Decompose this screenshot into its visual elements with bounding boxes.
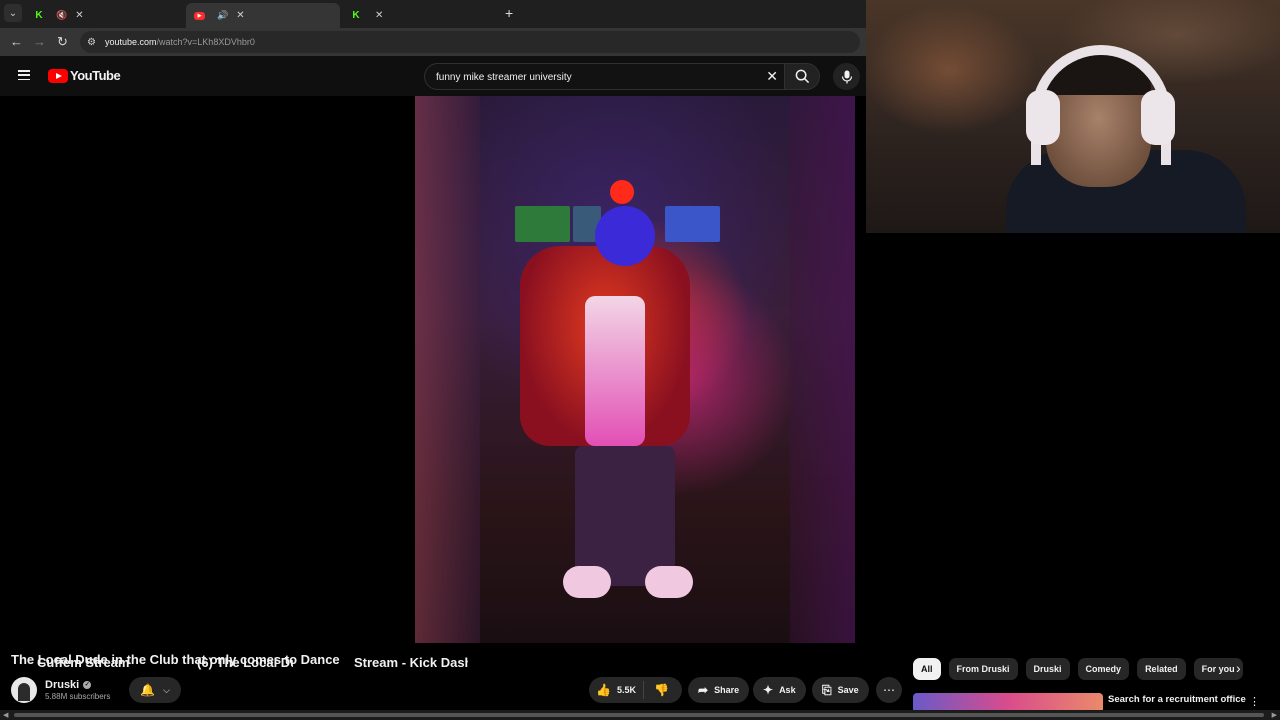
thumbs-up-icon: 👍	[596, 683, 611, 697]
reload-icon[interactable]: ↻	[57, 34, 68, 50]
back-icon[interactable]: ←	[10, 34, 23, 49]
kick-icon: K	[352, 10, 360, 21]
channel-owner: Druski ✓ 5.88M subscribers	[11, 676, 110, 704]
dancer-shirt	[585, 296, 645, 446]
video-title: The Local Dude in the Club that only com…	[11, 652, 340, 667]
save-action: ⎘ Save	[812, 677, 869, 703]
chip-all[interactable]: All	[913, 658, 941, 680]
horizontal-scrollbar[interactable]: ◀ ▶	[0, 710, 1280, 720]
tv-screen	[515, 206, 570, 242]
youtube-icon: ▶	[194, 11, 205, 20]
youtube-header: YouTube ✕	[0, 56, 866, 96]
video-frame[interactable]	[415, 96, 855, 643]
url-text: youtube.com/watch?v=LKh8XDVhbr0	[105, 37, 255, 47]
tab-cuffem-stream[interactable]: K Cuffem Stream - Watch Live 🔇 ✕	[26, 3, 184, 670]
bell-icon: 🔔	[140, 683, 156, 697]
headset-earcup	[1026, 90, 1060, 145]
like-dislike-group: 👍 5.5K 👎	[589, 677, 682, 703]
share-label: Share	[714, 685, 740, 695]
search-box: ✕	[424, 63, 784, 90]
search-input[interactable]	[434, 69, 754, 85]
logo-text: YouTube	[70, 68, 121, 83]
url-host: youtube.com	[105, 37, 157, 47]
youtube-play-icon	[48, 68, 68, 83]
sparkle-icon: ✦	[763, 683, 774, 697]
kick-icon: K	[35, 10, 43, 21]
dancer-shoe	[563, 566, 611, 598]
tab-youtube-video[interactable]: ▶ (6) The Local Dude in the Club 🔊 ✕	[186, 3, 340, 670]
microphone-icon	[841, 70, 852, 83]
voice-search-button[interactable]	[833, 63, 860, 90]
channel-name[interactable]: Druski	[45, 679, 79, 691]
tv-screen	[665, 206, 720, 242]
share-button[interactable]: ➦ Share	[688, 677, 750, 703]
tab-title: Stream - Kick Dashboard	[354, 655, 468, 670]
save-button[interactable]: ⎘ Save	[812, 677, 869, 703]
video-blur-left	[415, 96, 480, 643]
share-icon: ➦	[698, 683, 709, 697]
scrollbar-thumb[interactable]	[14, 713, 1264, 717]
tab-kick-dashboard[interactable]: K Stream - Kick Dashboard ✕	[343, 3, 498, 670]
close-tab-icon[interactable]: ✕	[375, 10, 383, 21]
more-actions-button[interactable]: ⋯	[876, 677, 902, 703]
headset-earcup	[1141, 90, 1175, 145]
dancer-head	[595, 206, 655, 266]
video-blur-right	[790, 96, 855, 643]
speaker-icon[interactable]: 🔊	[217, 10, 228, 21]
menu-icon[interactable]	[18, 70, 30, 81]
webcam-overlay	[866, 0, 1280, 233]
more-vertical-icon[interactable]: ⋮	[1249, 695, 1260, 708]
url-path: /watch?v=LKh8XDVhbr0	[156, 37, 255, 47]
search-button[interactable]	[784, 63, 820, 90]
muted-icon[interactable]: 🔇	[56, 10, 67, 21]
chip-from-druski[interactable]: From Druski	[948, 658, 1018, 680]
chip-druski[interactable]: Druski	[1025, 658, 1070, 680]
share-action: ➦ Share	[688, 677, 750, 703]
video-player[interactable]	[0, 96, 866, 643]
hat-pompom	[610, 180, 634, 204]
save-label: Save	[837, 685, 859, 695]
scroll-right-icon[interactable]: ▶	[1272, 711, 1277, 719]
recommended-title[interactable]: Search for a recruitment office	[1108, 694, 1246, 705]
chevron-down-icon: ⌵	[163, 684, 170, 695]
search-icon	[795, 69, 809, 84]
new-tab-icon[interactable]: +	[505, 5, 513, 21]
close-tab-icon[interactable]: ✕	[236, 10, 244, 21]
verified-icon: ✓	[83, 681, 92, 689]
ask-action: ✦ Ask	[753, 677, 806, 703]
thumbs-down-icon: 👎	[654, 683, 669, 697]
youtube-logo[interactable]: YouTube	[48, 68, 121, 83]
forward-icon[interactable]: →	[33, 34, 46, 49]
browser-tab-bar: ⌄ K Cuffem Stream - Watch Live 🔇 ✕ ▶ (6)…	[0, 0, 866, 670]
address-bar: ← → ↻ ⚙ youtube.com/watch?v=LKh8XDVhbr0	[0, 28, 866, 56]
channel-info: Druski ✓ 5.88M subscribers	[45, 679, 110, 701]
ask-button[interactable]: ✦ Ask	[753, 677, 806, 703]
notification-bell-button[interactable]: 🔔 ⌵	[129, 677, 181, 703]
recommendation-chips: All From Druski Druski Comedy Related Fo…	[913, 658, 1251, 680]
ask-label: Ask	[779, 685, 796, 695]
clear-search-icon[interactable]: ✕	[766, 68, 778, 85]
chip-comedy[interactable]: Comedy	[1077, 658, 1130, 680]
more-icon: ⋯	[883, 683, 895, 697]
bookmark-icon: ⎘	[822, 682, 832, 697]
dancer-shoe	[645, 566, 693, 598]
url-field[interactable]: ⚙ youtube.com/watch?v=LKh8XDVhbr0	[80, 31, 860, 53]
subscriber-count: 5.88M subscribers	[45, 692, 111, 701]
channel-avatar[interactable]	[11, 677, 37, 703]
chip-related[interactable]: Related	[1137, 658, 1186, 680]
scroll-left-icon[interactable]: ◀	[3, 711, 8, 719]
chevron-right-icon[interactable]: ›	[1236, 660, 1241, 676]
like-count: 5.5K	[616, 685, 636, 695]
tab-search-icon[interactable]: ⌄	[4, 4, 22, 22]
site-info-icon[interactable]: ⚙	[87, 37, 99, 48]
close-tab-icon[interactable]: ✕	[75, 10, 83, 21]
dislike-button[interactable]: 👎	[644, 683, 669, 697]
channel-name-row: Druski ✓	[45, 679, 110, 691]
dancer-legs	[575, 446, 675, 586]
like-button[interactable]: 👍 5.5K	[589, 681, 644, 699]
